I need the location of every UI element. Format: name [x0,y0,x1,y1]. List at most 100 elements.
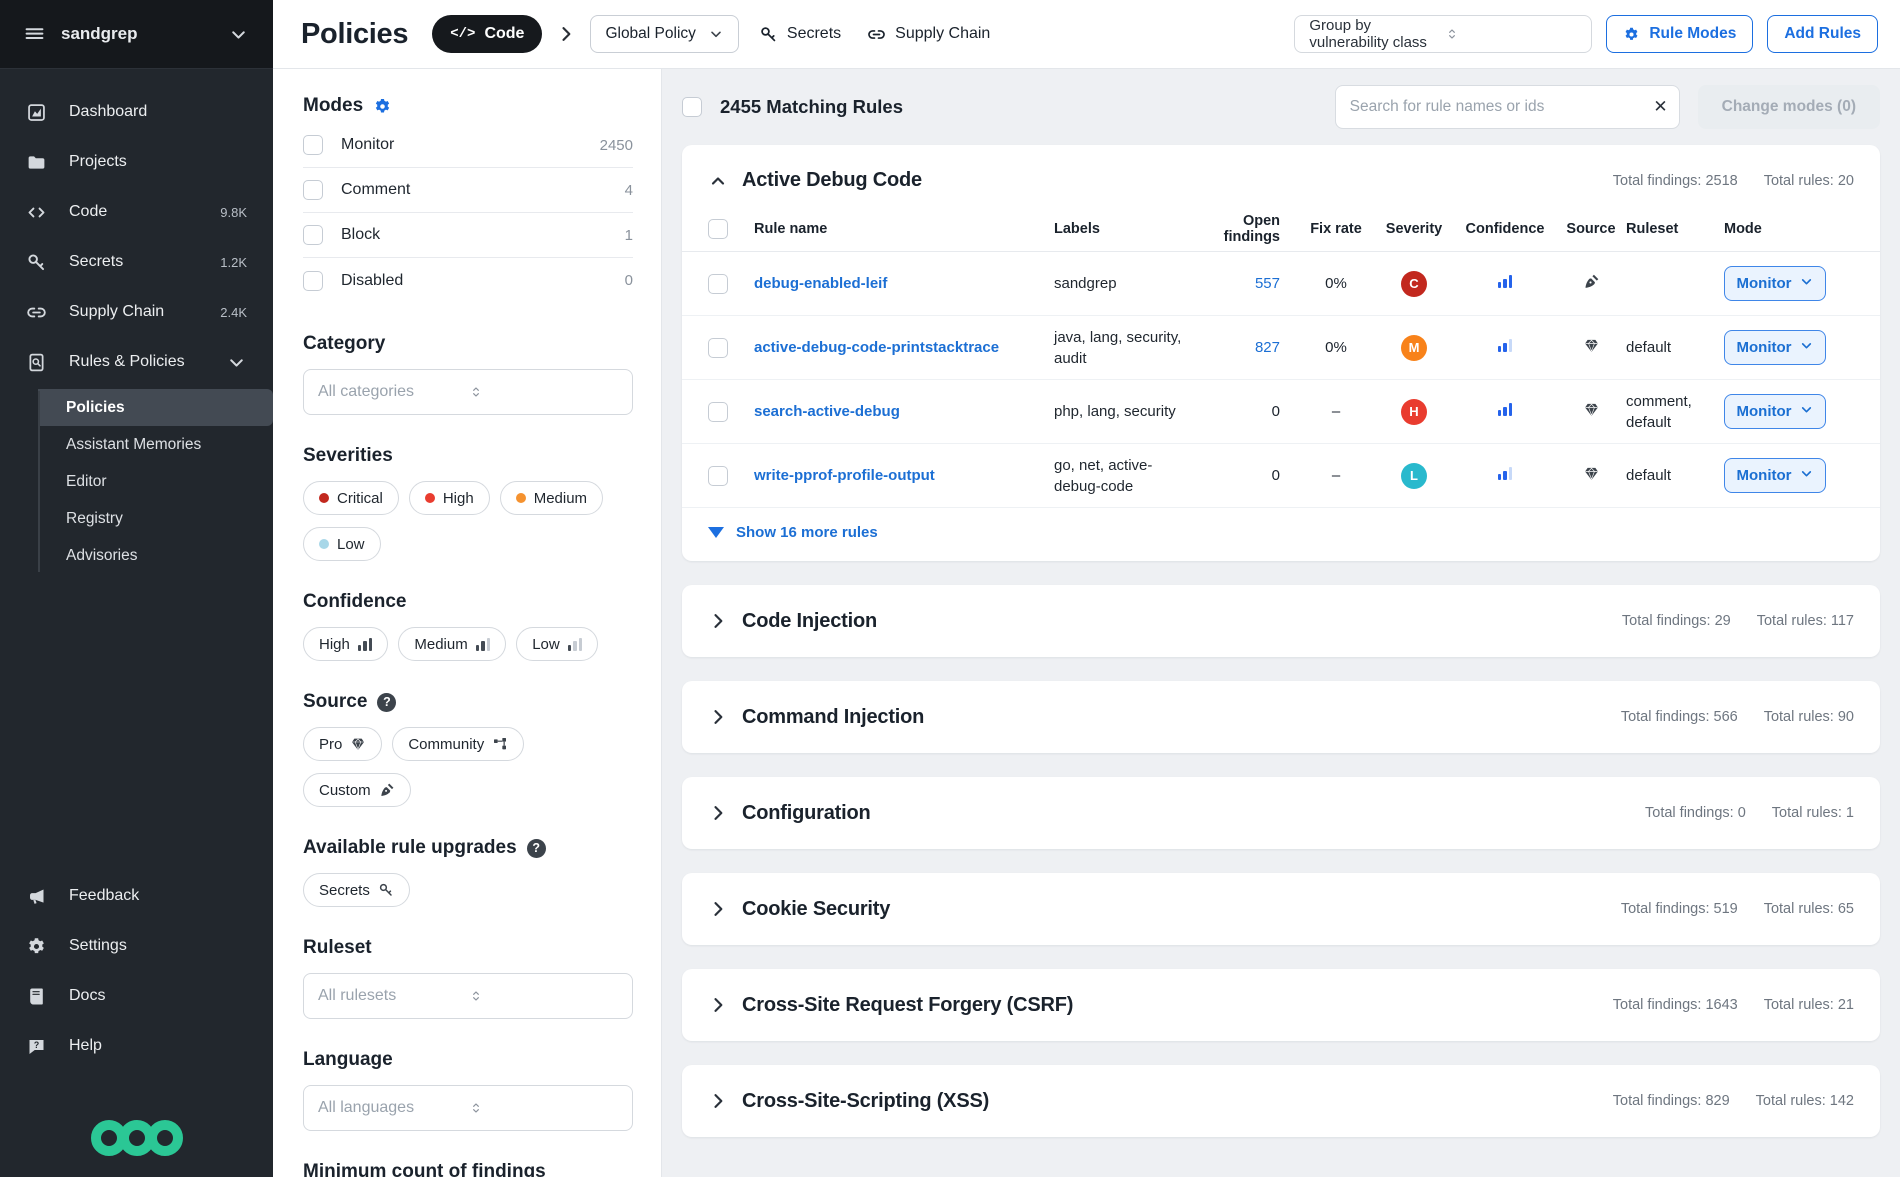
sidebar-item-settings[interactable]: Settings [0,921,273,971]
expand-group-icon[interactable] [708,611,728,631]
mode-checkbox[interactable] [303,135,323,155]
confidence-cell [1454,403,1556,420]
mode-dropdown[interactable]: Monitor [1724,394,1826,429]
language-select[interactable]: All languages [303,1085,633,1131]
expand-group-icon[interactable] [708,1091,728,1111]
help-icon[interactable]: ? [377,693,396,712]
change-modes-button[interactable]: Change modes (0) [1698,85,1880,129]
severity-chip-medium[interactable]: Medium [500,481,603,515]
row-checkbox[interactable] [708,338,728,358]
add-rules-button[interactable]: Add Rules [1767,15,1878,53]
org-switcher[interactable]: sandgrep [0,0,273,69]
tab-secrets[interactable]: Secrets [753,25,847,44]
tab-secrets-label: Secrets [787,25,841,43]
severity-chip-critical[interactable]: Critical [303,481,399,515]
help-icon[interactable]: ? [527,839,546,858]
source-chip-custom[interactable]: Custom [303,773,411,807]
tab-supply-chain[interactable]: Supply Chain [861,25,996,44]
table-row: debug-enabled-leifsandgrep5570%CMonitor [682,252,1880,316]
row-checkbox[interactable] [708,402,728,422]
tab-supply-chain-label: Supply Chain [895,25,990,43]
mode-count: 2450 [600,137,633,154]
source-chip-community[interactable]: Community [392,727,524,761]
table-row: active-debug-code-printstacktracejava, l… [682,316,1880,380]
mode-value: Monitor [1737,403,1792,420]
sidebar-item-assistant-memories[interactable]: Assistant Memories [38,426,273,463]
rule-name-link[interactable]: write-pprof-profile-output [754,467,1054,484]
clear-search-icon[interactable]: ✕ [1653,97,1667,117]
hamburger-menu-icon[interactable] [24,24,45,45]
select-group-checkbox[interactable] [708,219,728,239]
category-title: Category [303,333,385,355]
open-findings-count[interactable]: 827 [1196,339,1298,356]
sidebar-item-policies[interactable]: Policies [38,389,273,426]
table-row: write-pprof-profile-outputgo, net, activ… [682,444,1880,508]
mode-label: Monitor [341,136,582,154]
sidebar-item-help[interactable]: ?Help [0,1021,273,1071]
severity-chip-high[interactable]: High [409,481,490,515]
mode-label: Disabled [341,272,607,290]
rule-name-link[interactable]: search-active-debug [754,403,1054,420]
expand-group-icon[interactable] [708,707,728,727]
confidence-chip-high[interactable]: High [303,627,388,661]
rule-name-link[interactable]: debug-enabled-leif [754,275,1054,292]
sidebar-item-code[interactable]: Code9.8K [0,187,273,237]
tab-code[interactable]: </> Code [432,15,542,53]
column-header-ruleset: Ruleset [1626,221,1724,237]
expand-group-icon[interactable] [708,803,728,823]
mode-dropdown[interactable]: Monitor [1724,330,1826,365]
filter-section-confidence: Confidence HighMediumLow [303,591,633,661]
upgrade-chip-secrets[interactable]: Secrets [303,873,410,907]
column-header-fix-rate: Fix rate [1298,221,1374,237]
group-by-select[interactable]: Group by vulnerability class [1294,15,1592,53]
category-select[interactable]: All categories [303,369,633,415]
mode-checkbox[interactable] [303,225,323,245]
expand-group-icon[interactable] [708,995,728,1015]
expand-group-icon[interactable] [708,899,728,919]
sidebar-item-docs[interactable]: Docs [0,971,273,1021]
open-findings-count[interactable]: 557 [1196,275,1298,292]
rules-toolbar: 2455 Matching Rules ✕ Change modes (0) [682,85,1880,129]
search-input[interactable] [1335,85,1680,129]
policy-dropdown[interactable]: Global Policy [590,15,738,53]
group-title: Command Injection [742,706,924,729]
filter-section-ruleset: Ruleset All rulesets [303,937,633,1019]
sidebar-item-dashboard[interactable]: Dashboard [0,87,273,137]
sidebar-item-projects[interactable]: Projects [0,137,273,187]
confidence-chip-medium[interactable]: Medium [398,627,506,661]
collapse-group-icon[interactable] [708,171,728,191]
sidebar-item-advisories[interactable]: Advisories [38,537,273,574]
select-all-checkbox[interactable] [682,97,702,117]
updown-icon [1444,26,1579,42]
row-checkbox[interactable] [708,466,728,486]
filter-section-min-findings: Minimum count of findings [303,1161,633,1177]
show-more-rules[interactable]: Show 16 more rules [682,508,1880,561]
mode-checkbox[interactable] [303,180,323,200]
sidebar-item-badge: 2.4K [220,305,247,320]
rule-modes-button[interactable]: Rule Modes [1606,15,1753,53]
severity-chip-low[interactable]: Low [303,527,381,561]
confidence-chip-low[interactable]: Low [516,627,598,661]
key-icon [378,882,394,898]
group-header: Cross-Site Request Forgery (CSRF)Total f… [682,969,1880,1041]
total-rules: Total rules: 117 [1757,613,1854,629]
mode-dropdown[interactable]: Monitor [1724,266,1826,301]
sidebar-item-secrets[interactable]: Secrets1.2K [0,237,273,287]
link-icon [867,25,886,44]
sidebar-item-supply-chain[interactable]: Supply Chain2.4K [0,287,273,337]
gear-icon[interactable] [373,97,392,116]
sidebar-item-registry[interactable]: Registry [38,500,273,537]
sidebar-item-feedback[interactable]: Feedback [0,871,273,921]
source-chip-pro[interactable]: Pro [303,727,382,761]
rule-name-link[interactable]: active-debug-code-printstacktrace [754,339,1054,356]
mode-dropdown[interactable]: Monitor [1724,458,1826,493]
sidebar-item-editor[interactable]: Editor [38,463,273,500]
row-checkbox[interactable] [708,274,728,294]
ruleset-select[interactable]: All rulesets [303,973,633,1019]
sidebar-item-rules-policies[interactable]: Rules & Policies [0,337,273,387]
severity-cell: M [1374,335,1454,361]
main-content: 2455 Matching Rules ✕ Change modes (0) A… [662,69,1900,1177]
pen-icon [1583,273,1600,290]
mode-checkbox[interactable] [303,271,323,291]
show-more-label: Show 16 more rules [736,524,878,541]
